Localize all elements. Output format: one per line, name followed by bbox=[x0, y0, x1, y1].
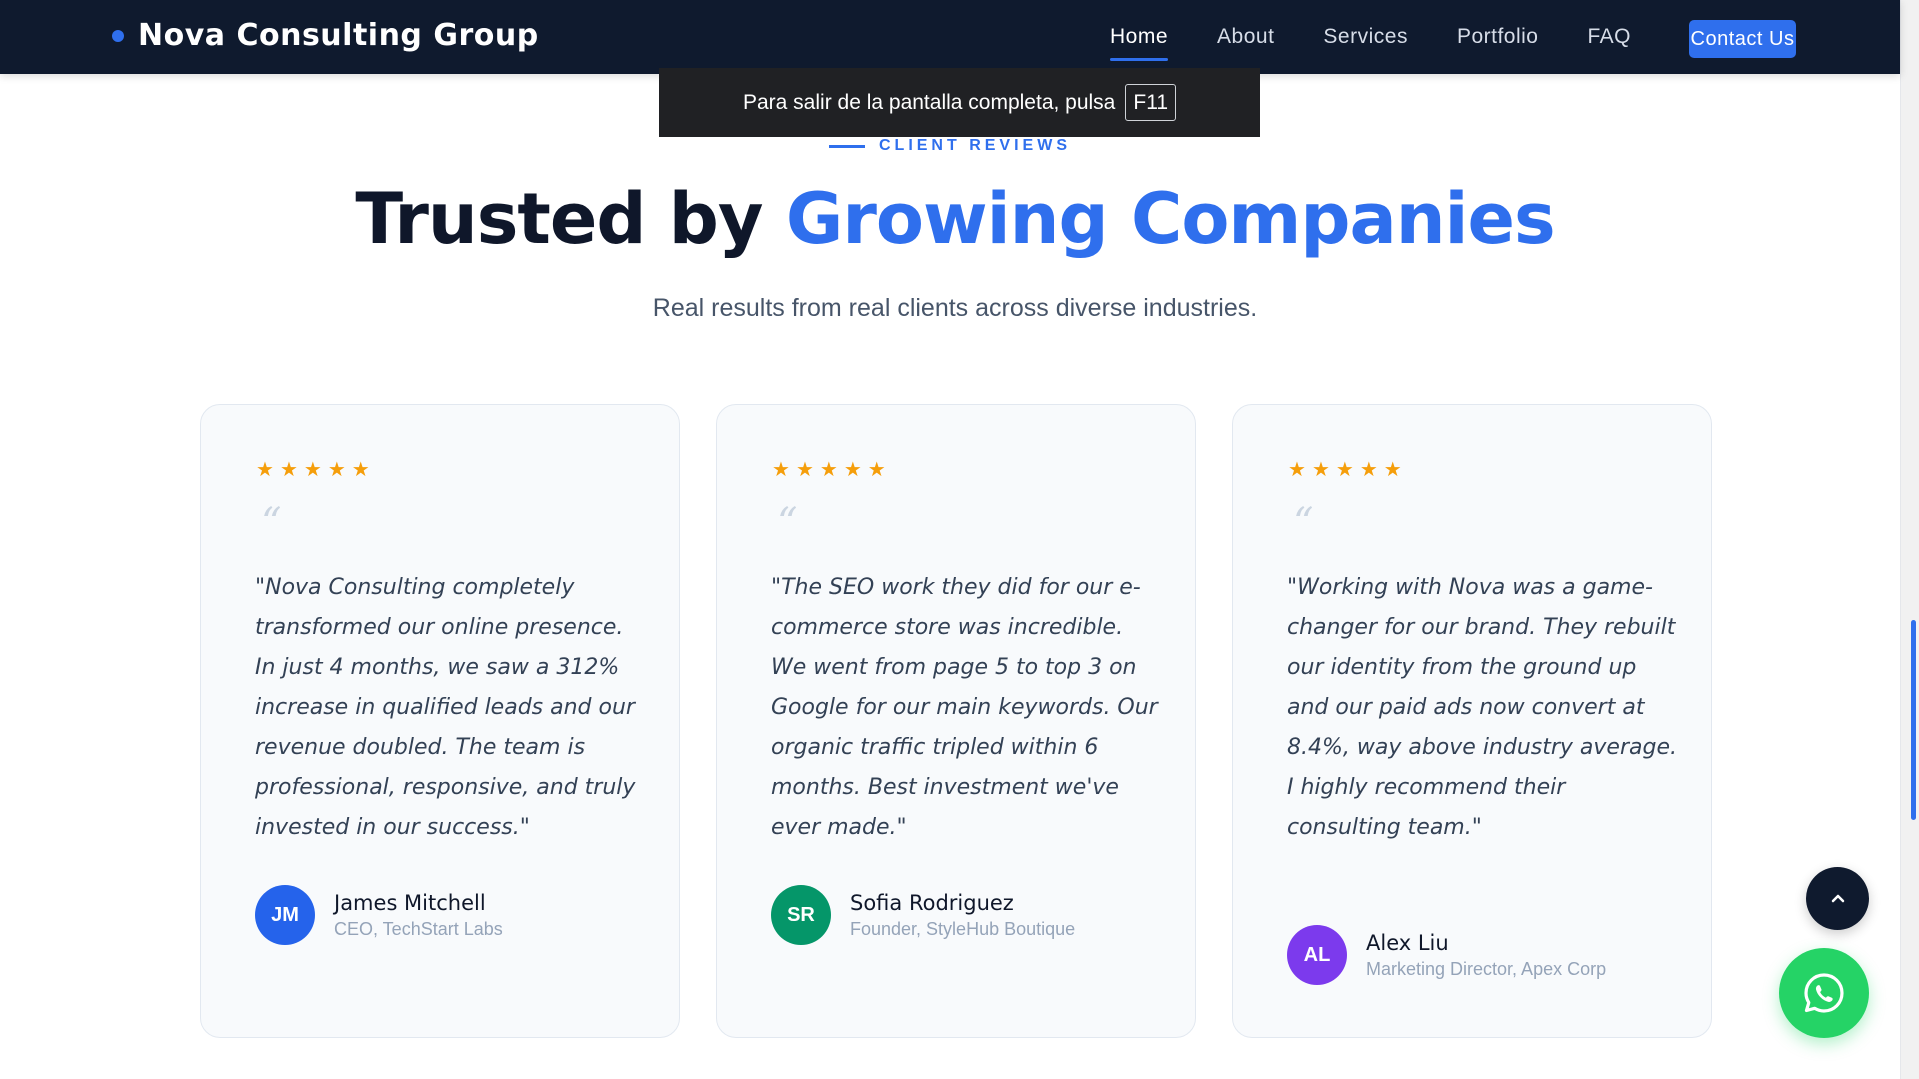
star-icon: ★ bbox=[256, 459, 274, 481]
star-icon: ★ bbox=[843, 459, 862, 481]
testimonial-author: AL Alex Liu Marketing Director, Apex Cor… bbox=[1287, 925, 1606, 985]
star-icon: ★ bbox=[867, 459, 886, 481]
testimonial-quote: "The SEO work they did for our e-commerc… bbox=[771, 575, 1158, 840]
rating-stars: ★ ★ ★ ★ ★ bbox=[1288, 460, 1408, 480]
testimonial-quote: "Nova Consulting completely transformed … bbox=[255, 575, 636, 840]
star-icon: ★ bbox=[1359, 459, 1378, 481]
author-role: CEO, TechStart Labs bbox=[334, 918, 503, 939]
section-title: Trusted by Growing Companies bbox=[0, 178, 1910, 260]
author-name: Alex Liu bbox=[1366, 930, 1449, 955]
nav-services[interactable]: Services bbox=[1323, 25, 1408, 49]
nav-portfolio[interactable]: Portfolio bbox=[1457, 25, 1539, 49]
eyebrow-line bbox=[828, 144, 865, 148]
star-icon: ★ bbox=[351, 459, 370, 481]
logo-dot-icon bbox=[112, 29, 124, 42]
quote-icon: “ bbox=[261, 500, 282, 546]
title-accent: Growing Companies bbox=[785, 178, 1556, 260]
contact-us-button[interactable]: Contact Us bbox=[1689, 20, 1796, 58]
page-scrollbar[interactable] bbox=[1900, 0, 1919, 1079]
rating-stars: ★ ★ ★ ★ ★ bbox=[256, 460, 376, 480]
testimonial-quote: "Working with Nova was a game-changer fo… bbox=[1287, 575, 1677, 840]
chevron-up-icon bbox=[1831, 894, 1844, 902]
site-header: Nova Consulting Group Home About Service… bbox=[0, 0, 1900, 74]
star-icon: ★ bbox=[1335, 459, 1354, 481]
star-icon: ★ bbox=[303, 459, 322, 481]
f11-key-badge: F11 bbox=[1125, 84, 1177, 121]
avatar: AL bbox=[1287, 925, 1347, 985]
rating-stars: ★ ★ ★ ★ ★ bbox=[772, 460, 892, 480]
scroll-to-top-button[interactable] bbox=[1806, 867, 1869, 930]
quote-icon: “ bbox=[1293, 500, 1314, 546]
nav-home[interactable]: Home bbox=[1110, 25, 1169, 61]
section-subtitle: Real results from real clients across di… bbox=[652, 294, 1258, 322]
star-icon: ★ bbox=[819, 459, 838, 481]
author-role: Founder, StyleHub Boutique bbox=[850, 918, 1076, 939]
star-icon: ★ bbox=[795, 459, 814, 481]
logo[interactable]: Nova Consulting Group bbox=[112, 18, 539, 53]
testimonial-card: ★ ★ ★ ★ ★ “ "The SEO work they did for o… bbox=[716, 404, 1196, 1038]
fullscreen-exit-notice: Para salir de la pantalla completa, puls… bbox=[659, 68, 1260, 137]
star-icon: ★ bbox=[772, 459, 790, 481]
testimonial-card: ★ ★ ★ ★ ★ “ "Working with Nova was a gam… bbox=[1232, 404, 1712, 1038]
section-eyebrow: CLIENT REVIEWS bbox=[0, 137, 1900, 155]
nav-faq[interactable]: FAQ bbox=[1588, 25, 1632, 49]
nav-about[interactable]: About bbox=[1217, 25, 1274, 49]
scrollbar-thumb[interactable] bbox=[1911, 620, 1916, 820]
star-icon: ★ bbox=[1311, 459, 1330, 481]
quote-icon: “ bbox=[777, 500, 798, 546]
author-role: Marketing Director, Apex Corp bbox=[1366, 958, 1607, 979]
star-icon: ★ bbox=[1383, 459, 1402, 481]
avatar: SR bbox=[771, 885, 831, 945]
testimonial-author: SR Sofia Rodriguez Founder, StyleHub Bou… bbox=[771, 885, 1075, 945]
testimonial-author: JM James Mitchell CEO, TechStart Labs bbox=[255, 885, 503, 945]
avatar: JM bbox=[255, 885, 315, 945]
title-part-1: Trusted by bbox=[355, 178, 763, 260]
fullscreen-notice-text: Para salir de la pantalla completa, puls… bbox=[742, 90, 1116, 114]
author-name: James Mitchell bbox=[334, 890, 486, 915]
star-icon: ★ bbox=[279, 459, 298, 481]
star-icon: ★ bbox=[1288, 459, 1306, 481]
star-icon: ★ bbox=[327, 459, 346, 481]
main-nav: Home About Services Portfolio FAQ bbox=[1110, 0, 1680, 74]
author-name: Sofia Rodriguez bbox=[850, 890, 1014, 915]
testimonial-card: ★ ★ ★ ★ ★ “ "Nova Consulting completely … bbox=[200, 404, 680, 1038]
eyebrow-text: CLIENT REVIEWS bbox=[878, 137, 1071, 154]
logo-text: Nova Consulting Group bbox=[138, 18, 539, 53]
whatsapp-icon bbox=[1804, 973, 1844, 1013]
whatsapp-chat-button[interactable] bbox=[1779, 948, 1869, 1038]
